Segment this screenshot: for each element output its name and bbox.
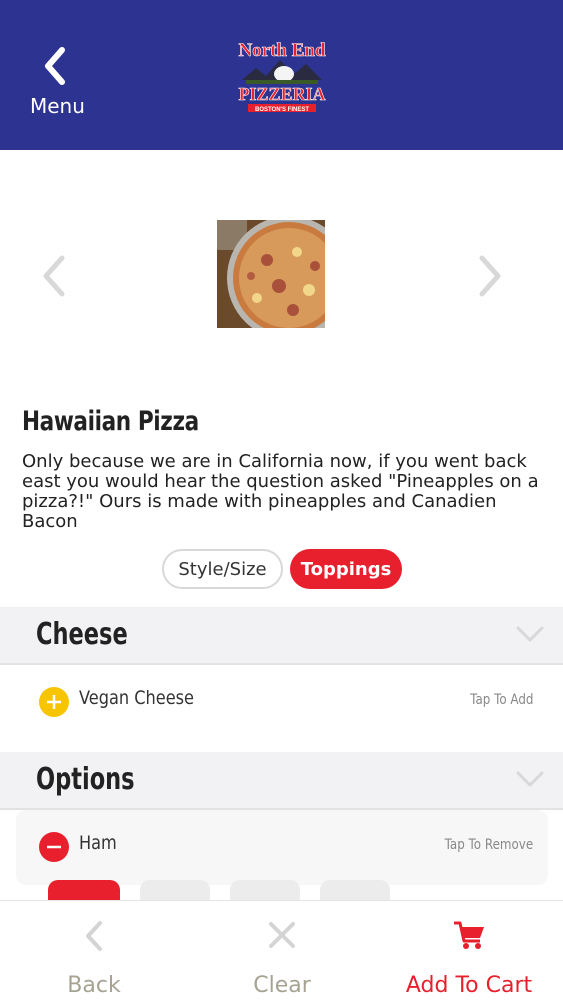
tab-toppings[interactable]: Toppings [290,549,402,589]
chevron-left-icon [86,921,102,951]
portion-chip[interactable] [140,880,210,900]
section-header-options[interactable]: Options [0,752,563,810]
svg-text:North End: North End [238,40,326,61]
section-header-cheese[interactable]: Cheese [0,607,563,665]
bottom-action-bar: Back Clear Add To Cart [0,900,563,1001]
portion-chip[interactable] [48,880,120,900]
topping-action-hint: Tap To Add [469,692,533,708]
section-title: Options [36,762,135,797]
tab-style-size[interactable]: Style/Size [162,549,283,589]
topping-name: Vegan Cheese [79,687,194,709]
add-to-cart-button[interactable]: Add To Cart [375,901,563,1001]
minus-icon [47,845,61,849]
chevron-left-icon [45,47,65,85]
svg-text:BOSTON'S FINEST: BOSTON'S FINEST [255,107,309,113]
portion-chip[interactable] [320,880,390,900]
add-to-cart-label: Add To Cart [405,973,533,998]
close-icon [269,922,295,948]
section-title: Cheese [36,617,128,652]
back-button[interactable]: Back [0,901,188,1001]
topping-row-ham[interactable]: Ham Tap To Remove [0,810,563,880]
image-carousel [0,150,563,400]
topping-name: Ham [79,832,117,854]
carousel-prev-arrow-icon[interactable] [40,254,68,298]
portion-chip[interactable] [230,880,300,900]
plus-icon [47,695,61,709]
chevron-down-icon [516,626,544,642]
carousel-next-arrow-icon[interactable] [476,254,504,298]
clear-button[interactable]: Clear [188,901,376,1001]
shopping-cart-icon [454,921,484,949]
back-label: Back [67,973,121,998]
topping-row-vegan-cheese[interactable]: Vegan Cheese Tap To Add [0,665,563,735]
remove-topping-button[interactable] [39,832,69,862]
topping-action-hint: Tap To Remove [444,837,533,853]
menu-back-label: Menu [30,94,85,118]
add-topping-button[interactable] [39,687,69,717]
north-end-pizzeria-logo: North End PIZZERIA BOSTON'S FINEST [238,40,326,113]
item-title: Hawaiian Pizza [22,406,199,437]
pizza-photo [217,220,325,328]
item-description: Only because we are in California now, i… [22,451,539,532]
chevron-down-icon [516,771,544,787]
svg-text:PIZZERIA: PIZZERIA [238,84,325,104]
clear-label: Clear [253,973,311,998]
menu-back-button[interactable]: Menu [26,44,90,120]
app-header: Menu North End PIZZERIA BOSTON'S FINEST [0,0,563,150]
